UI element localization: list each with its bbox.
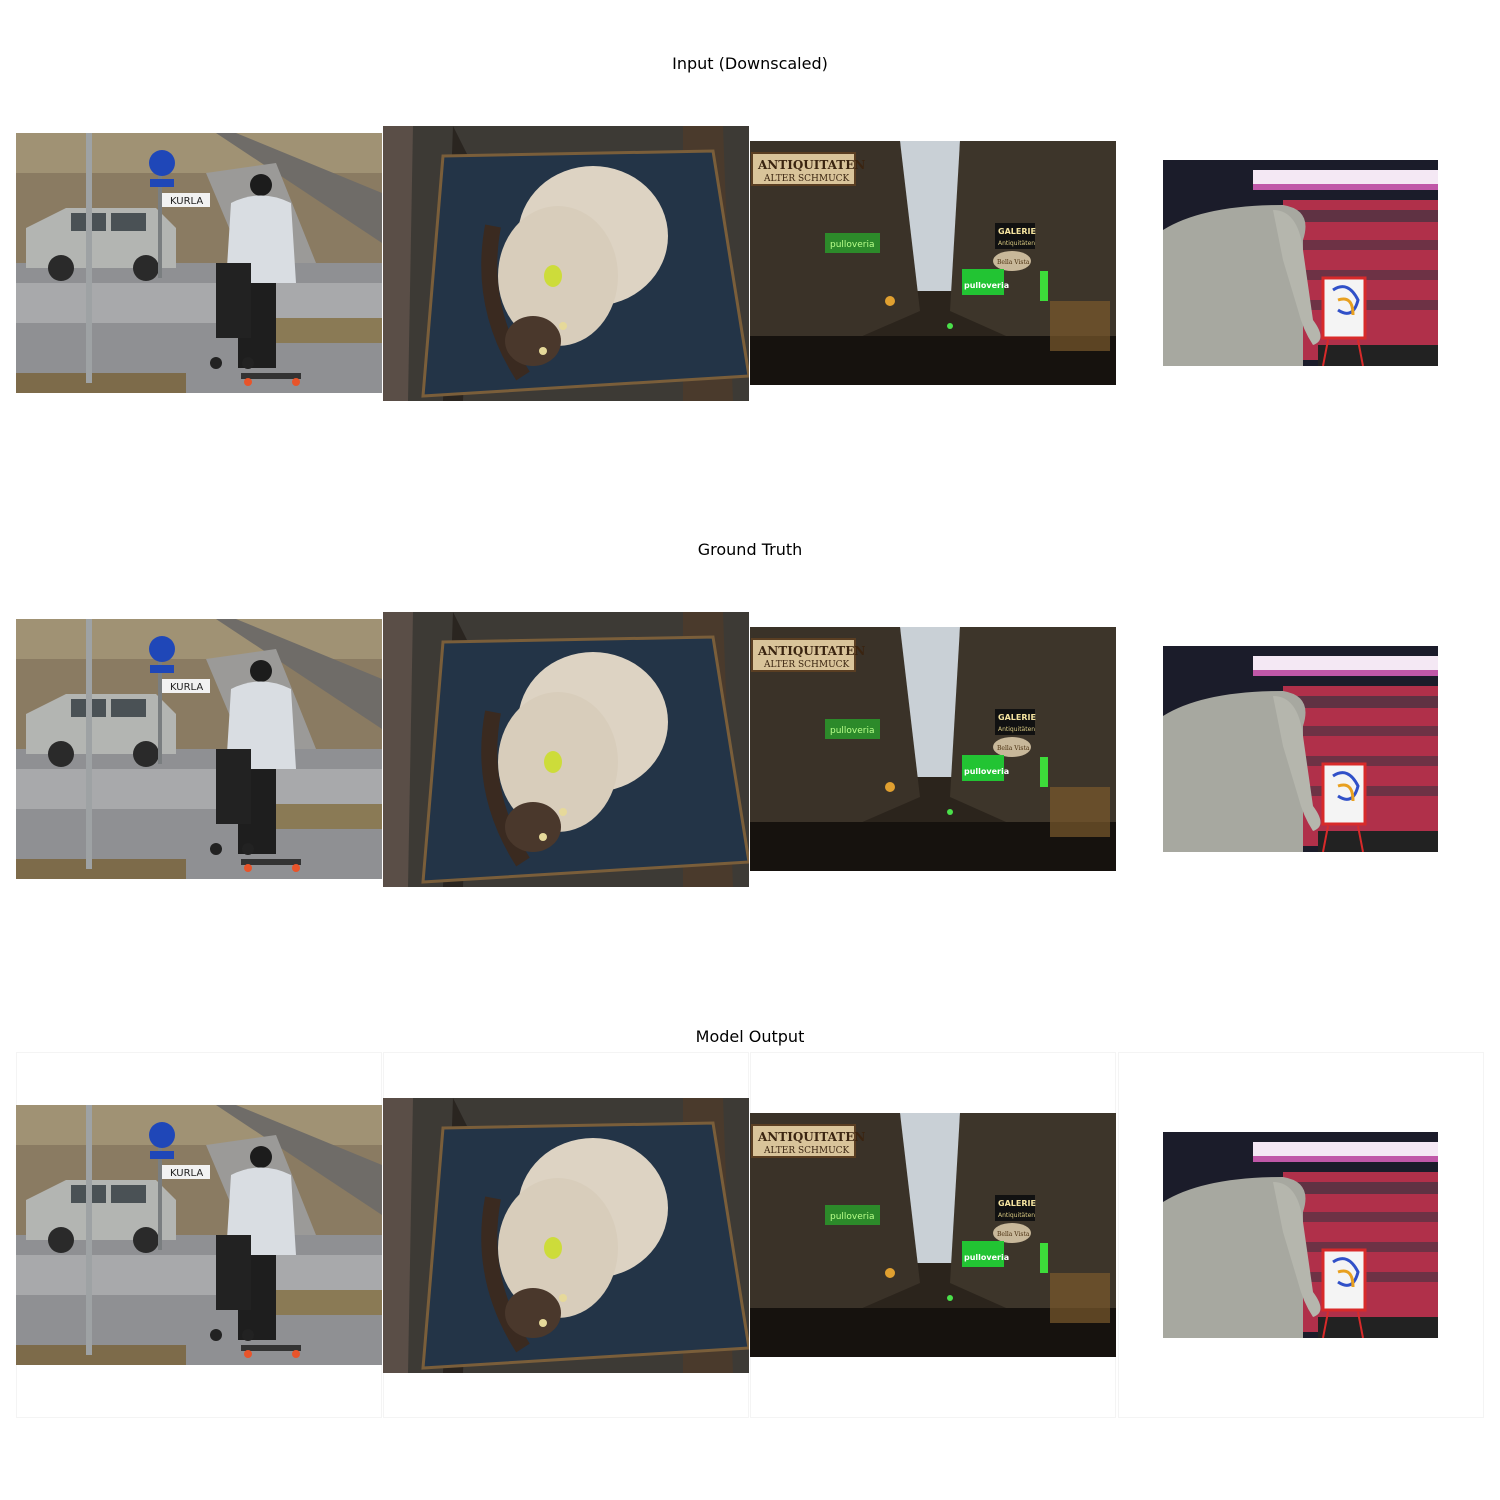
row-title-input: Input (Downscaled) [672,54,828,73]
input-image-elephant [1163,160,1438,366]
output-image-cat [383,1098,749,1373]
gallery-sign-text: GALERIE [998,1199,1036,1208]
ground-truth-image-alley: ANTIQUITATEN ALTER SCHMUCK pulloveria GA… [750,627,1116,871]
output-image-alley: ANTIQUITATEN ALTER SCHMUCK pulloveria GA… [750,1113,1116,1357]
street-sign-text: KURLA [170,1168,203,1179]
input-image-alley: ANTIQUITATEN ALTER SCHMUCK pulloveria GA… [750,141,1116,385]
green-sign-text-right: pulloveria [964,281,1009,290]
green-sign-text-left: pulloveria [830,1212,875,1222]
shop-sign-subtext: ALTER SCHMUCK [763,1146,850,1156]
oval-sign-text: Bella Vista [997,1231,1030,1238]
gallery-sign-subtext: Antiquitäten [998,1212,1035,1219]
output-image-street: KURLA [16,1105,382,1365]
ground-truth-image-elephant [1163,646,1438,852]
green-sign-text-right: pulloveria [964,767,1009,776]
shop-sign-subtext: ALTER SCHMUCK [763,174,850,184]
gallery-sign-subtext: Antiquitäten [998,726,1035,733]
shop-sign-text: ANTIQUITATEN [757,644,865,658]
street-sign-text: KURLA [170,196,203,207]
oval-sign-text: Bella Vista [997,259,1030,266]
gallery-sign-text: GALERIE [998,227,1036,236]
row-title-model-output: Model Output [695,1027,805,1046]
output-image-elephant [1163,1132,1438,1338]
oval-sign-text: Bella Vista [997,745,1030,752]
green-sign-text-left: pulloveria [830,240,875,250]
input-image-cat [383,126,749,401]
gallery-sign-text: GALERIE [998,713,1036,722]
ground-truth-image-cat [383,612,749,887]
input-image-street: KURLA [16,133,382,393]
street-sign-text: KURLA [170,682,203,693]
gallery-sign-subtext: Antiquitäten [998,240,1035,247]
shop-sign-text: ANTIQUITATEN [757,158,865,172]
row-title-ground-truth: Ground Truth [697,540,803,559]
shop-sign-text: ANTIQUITATEN [757,1130,865,1144]
green-sign-text-right: pulloveria [964,1253,1009,1262]
green-sign-text-left: pulloveria [830,726,875,736]
ground-truth-image-street: KURLA [16,619,382,879]
shop-sign-subtext: ALTER SCHMUCK [763,660,850,670]
